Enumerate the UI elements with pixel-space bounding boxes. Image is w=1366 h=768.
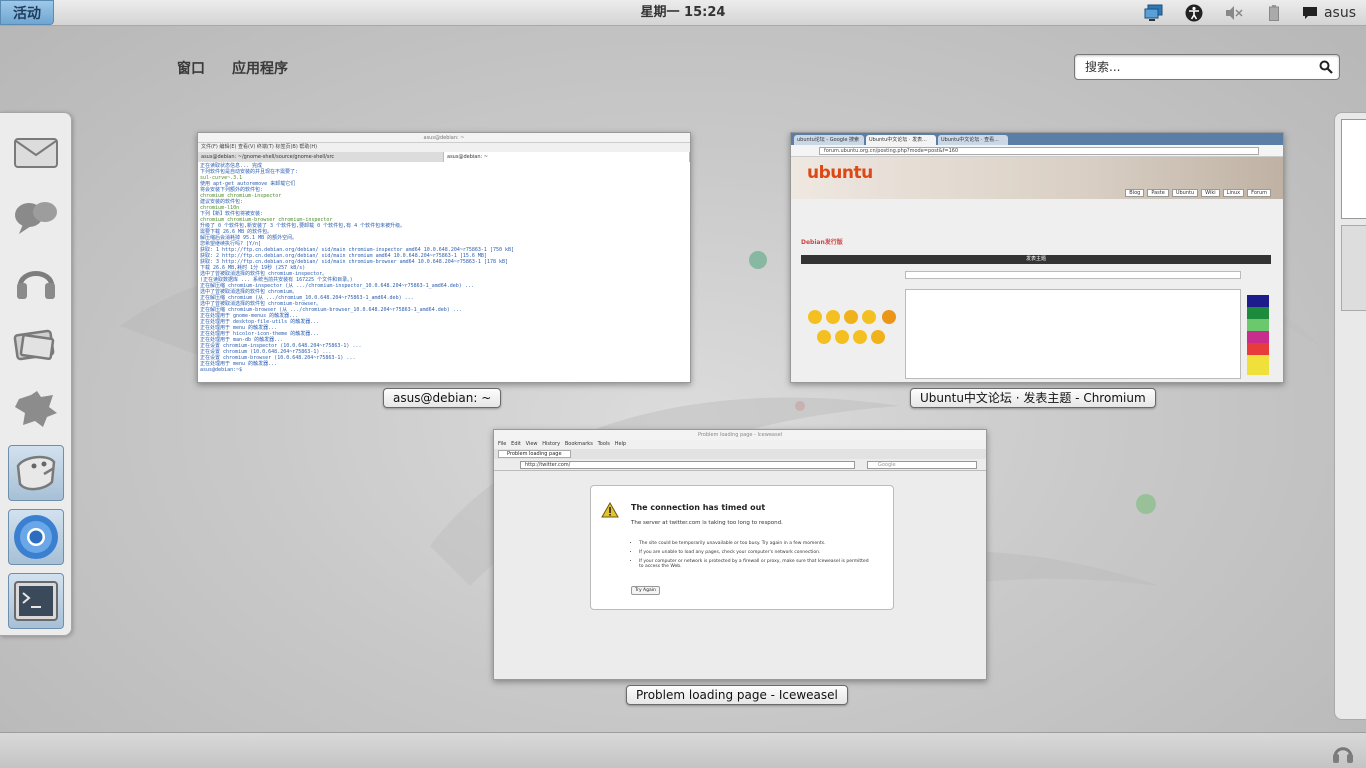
warning-icon <box>601 502 619 518</box>
ubuntu-nav: Blog Paste Ubuntu Wiki Linux Forum <box>1125 189 1271 197</box>
activities-button[interactable]: 活动 <box>0 0 54 25</box>
workspace-window-thumb <box>1341 225 1366 311</box>
menu-item: Help <box>614 441 627 447</box>
archive-icon <box>16 455 56 491</box>
window-label-chromium: Ubuntu中文论坛 · 发表主题 - Chromium <box>910 388 1156 408</box>
iceweasel-title: Problem loading page - Iceweasel <box>494 430 986 440</box>
ubuntu-nav-item: Wiki <box>1201 189 1220 197</box>
error-box: The connection has timed out The server … <box>590 485 894 610</box>
error-page: The connection has timed out The server … <box>494 471 986 679</box>
message-editor <box>905 289 1241 379</box>
dash-shotwell[interactable] <box>8 317 64 373</box>
smiley-icons <box>808 310 896 344</box>
search-input[interactable] <box>1075 55 1311 79</box>
dash-rhythmbox[interactable] <box>8 253 64 309</box>
dash-empathy[interactable] <box>8 189 64 245</box>
top-panel: 活动 星期一 15:24 asus <box>0 0 1366 26</box>
terminal-output: 正在读取状态信息... 完成 下列软件包是自动安装的并且现在不需要了: sul-c… <box>198 162 690 374</box>
menu-item: History <box>542 441 561 447</box>
headphones-icon[interactable] <box>1332 743 1354 763</box>
menu-item: View <box>525 441 538 447</box>
ubuntu-logo: ubuntu <box>807 163 873 183</box>
window-label-iceweasel: Problem loading page - Iceweasel <box>626 685 848 705</box>
clock[interactable]: 星期一 15:24 <box>583 0 783 25</box>
terminal-title: asus@debian: ~ <box>198 133 690 143</box>
iceweasel-menubar: File Edit View History Bookmarks Tools H… <box>494 440 986 449</box>
user-name: asus <box>1323 4 1356 21</box>
headphones-icon <box>17 271 55 299</box>
search-icon <box>1319 60 1333 74</box>
empathy-icon <box>15 202 57 234</box>
chromium-tabs: ubuntu论坛 - Google 搜索 Ubuntu中文论坛 · 发表... … <box>791 133 1283 145</box>
list-item: If you are unable to load any pages, che… <box>639 550 873 555</box>
subject-field <box>905 271 1241 279</box>
dash-terminal[interactable] <box>8 573 64 629</box>
ubuntu-nav-item: Forum <box>1247 189 1271 197</box>
ubuntu-forum-body: Debian发行版 发表主题 <box>791 199 1283 382</box>
photos-icon <box>13 329 55 361</box>
error-suggestions: The site could be temporarily unavailabl… <box>633 541 873 573</box>
iceweasel-navbar: http://twitter.com/ Google <box>494 459 986 471</box>
chat-bubble-icon <box>1302 6 1317 19</box>
chromium-icon <box>14 515 58 559</box>
status-tray: asus <box>1134 0 1366 25</box>
menu-item: File <box>498 441 507 447</box>
search-box[interactable] <box>1074 54 1340 80</box>
error-subtitle: The server at twitter.com is taking too … <box>631 520 783 526</box>
menu-item: Tools <box>597 441 610 447</box>
user-menu[interactable]: asus <box>1294 5 1366 21</box>
window-preview-iceweasel[interactable]: Problem loading page - Iceweasel File Ed… <box>493 429 987 680</box>
try-again-button: Try Again <box>631 586 660 595</box>
ubuntu-nav-item: Linux <box>1222 189 1245 197</box>
forum-section-bar: 发表主题 <box>801 255 1271 264</box>
terminal-tab: asus@debian: ~/gnome-shell/source/gnome-… <box>198 152 444 162</box>
message-tray <box>0 732 1366 768</box>
terminal-line: asus@debian:~$ <box>200 367 243 373</box>
chromium-tab: Ubuntu中文论坛 · 发表... <box>866 135 936 145</box>
tab-windows[interactable]: 窗口 <box>177 58 205 78</box>
iceweasel-search: Google <box>867 461 977 469</box>
chromium-tab: ubuntu论坛 - Google 搜索 <box>794 135 864 145</box>
workspace-window-thumb <box>1341 119 1366 219</box>
dash-mail[interactable] <box>8 125 64 181</box>
window-preview-terminal[interactable]: asus@debian: ~ 文件(F) 编辑(E) 查看(V) 终端(T) 标… <box>197 132 691 383</box>
accessibility-icon[interactable] <box>1174 0 1214 25</box>
dash-settings[interactable] <box>8 381 64 437</box>
dash-chromium[interactable] <box>8 509 64 565</box>
terminal-tabs: asus@debian: ~/gnome-shell/source/gnome-… <box>198 152 690 162</box>
forum-heading: Debian发行版 <box>801 239 843 246</box>
menu-item: Edit <box>511 441 521 447</box>
window-label-terminal: asus@debian: ~ <box>383 388 502 408</box>
battery-icon[interactable] <box>1254 0 1294 25</box>
ubuntu-header: ubuntu Blog Paste Ubuntu Wiki Linux Foru… <box>791 157 1283 199</box>
window-preview-chromium[interactable]: ubuntu论坛 - Google 搜索 Ubuntu中文论坛 · 发表... … <box>790 132 1284 383</box>
list-item: If your computer or network is protected… <box>639 559 873 569</box>
mail-icon <box>14 138 58 168</box>
error-title: The connection has timed out <box>631 503 766 512</box>
display-icon[interactable] <box>1134 0 1174 25</box>
settings-icon <box>15 391 57 427</box>
terminal-menubar: 文件(F) 编辑(E) 查看(V) 终端(T) 标签页(B) 帮助(H) <box>198 143 690 152</box>
tab-applications[interactable]: 应用程序 <box>232 58 288 78</box>
dash-file-roller[interactable] <box>8 445 64 501</box>
iceweasel-tab: Problem loading page <box>498 450 571 458</box>
dash <box>0 112 72 636</box>
workspace-thumbnail[interactable] <box>1334 112 1366 720</box>
chromium-url: forum.ubuntu.org.cn/posting.php?mode=pos… <box>819 147 1259 155</box>
ubuntu-nav-item: Ubuntu <box>1171 189 1199 197</box>
chromium-toolbar: forum.ubuntu.org.cn/posting.php?mode=pos… <box>791 145 1283 157</box>
ubuntu-nav-item: Blog <box>1125 189 1145 197</box>
terminal-icon <box>14 581 58 621</box>
iceweasel-tabbar: Problem loading page <box>494 449 986 459</box>
ubuntu-nav-item: Paste <box>1147 189 1169 197</box>
list-item: The site could be temporarily unavailabl… <box>639 541 873 546</box>
volume-muted-icon[interactable] <box>1214 0 1254 25</box>
chromium-tab: Ubuntu中文论坛 · 查看... <box>938 135 1008 145</box>
iceweasel-url: http://twitter.com/ <box>520 461 855 469</box>
menu-item: Bookmarks <box>564 441 593 447</box>
color-palette <box>1247 295 1269 375</box>
terminal-tab: asus@debian: ~ <box>444 152 690 162</box>
